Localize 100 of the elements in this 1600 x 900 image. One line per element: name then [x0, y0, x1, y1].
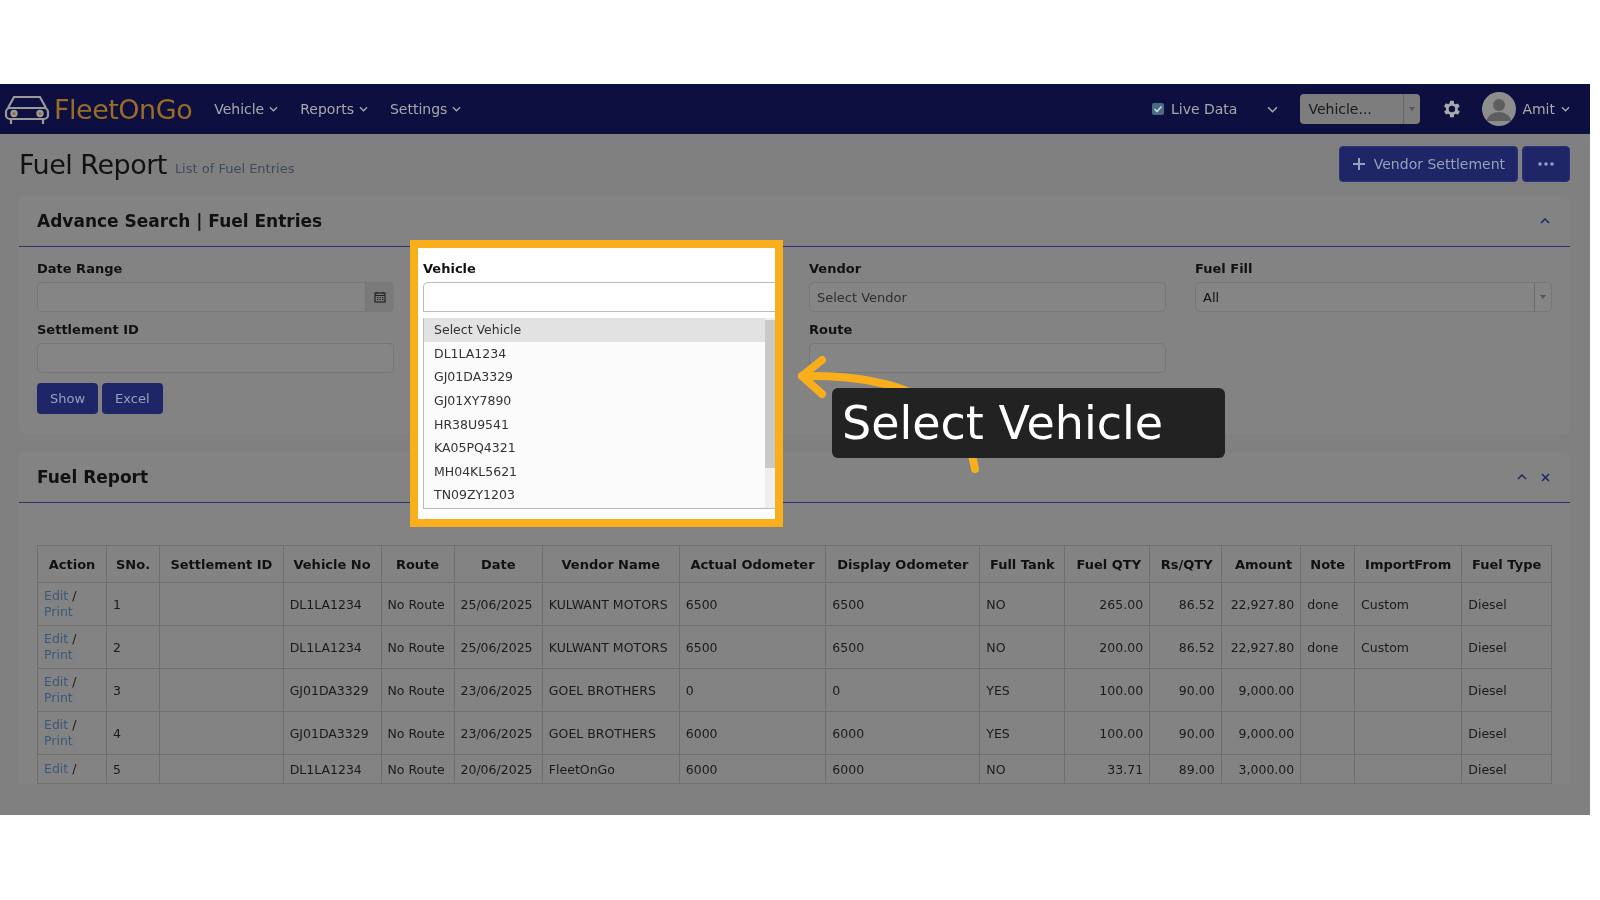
more-button[interactable] [1522, 146, 1570, 182]
collapse-icon[interactable] [1540, 218, 1550, 224]
table-cell: 6000 [825, 754, 980, 784]
dropdown-option[interactable]: GJ01DA3329 [424, 365, 765, 389]
table-cell: NO [979, 582, 1065, 626]
chevron-down-icon[interactable] [1267, 105, 1279, 113]
table-cell: Diesel [1461, 625, 1552, 669]
nav-menu-item[interactable]: Vehicle [214, 101, 279, 117]
table-cell: 0 [825, 668, 980, 712]
link-separator: / [72, 674, 77, 689]
dropdown-option[interactable]: KA05PQ4321 [424, 435, 765, 460]
field-label: Date Range [37, 261, 124, 276]
chevron-down-icon [358, 106, 368, 112]
column-header: Settlement ID [159, 545, 284, 583]
more-icon [1538, 162, 1554, 166]
column-header: Full Tank [979, 545, 1065, 583]
table-cell: 25/06/2025 [454, 582, 543, 626]
column-header: Fuel Type [1461, 545, 1552, 583]
table-cell: No Route [381, 582, 454, 626]
table-cell: 1 [106, 582, 160, 626]
avatar-icon[interactable] [1482, 92, 1517, 126]
column-header: Actual Odometer [679, 545, 826, 583]
vehicle-search-field[interactable] [423, 282, 775, 312]
dropdown-option[interactable]: HR38U9541 [424, 412, 765, 436]
field-label: Vendor [809, 261, 863, 276]
table-cell: 6500 [825, 582, 980, 626]
table-cell: 3,000.00 [1221, 754, 1301, 784]
dropdown-option[interactable]: GJ01XY7890 [424, 388, 765, 413]
table-cell: No Route [381, 625, 454, 669]
table-cell: Diesel [1461, 582, 1552, 626]
table-cell: GOEL BROTHERS [542, 668, 680, 712]
table-cell: No Route [381, 754, 454, 784]
table-cell: done [1300, 582, 1355, 626]
column-header: Date [454, 545, 543, 583]
page-title: Fuel Report [19, 148, 167, 180]
card-title: Fuel Report [37, 467, 149, 487]
column-header: Vehicle No [283, 545, 381, 583]
action-button[interactable]: Excel [102, 383, 163, 414]
field-label: Settlement ID [37, 322, 140, 337]
table-cell: done [1300, 625, 1355, 669]
table-cell: 100.00 [1064, 668, 1150, 712]
table-cell: Custom [1354, 582, 1462, 626]
app-logo[interactable]: FleetOnGo [54, 93, 193, 125]
chevron-down-icon[interactable] [1561, 106, 1570, 112]
field-label: Fuel Fill [1195, 261, 1254, 276]
table-cell: 6000 [825, 711, 980, 755]
nav-menu-item[interactable]: Settings [389, 101, 462, 117]
close-icon[interactable] [1541, 472, 1550, 482]
table-cell: GOEL BROTHERS [542, 711, 680, 755]
dropdown-option[interactable]: Select Vehicle [424, 318, 765, 342]
collapse-icon[interactable] [1517, 474, 1527, 480]
table-cell: 100.00 [1064, 711, 1150, 755]
live-data-label: Live Data [1170, 101, 1238, 117]
vehicle-select[interactable]: Vehicle... [1300, 94, 1421, 124]
input-field[interactable] [809, 343, 1166, 373]
table-cell: 25/06/2025 [454, 625, 543, 669]
table-cell: DL1LA1234 [283, 754, 381, 784]
dropdown-option[interactable]: DL1LA1234 [424, 341, 765, 366]
table-cell: 2 [106, 625, 160, 669]
table-cell: 23/06/2025 [454, 711, 543, 755]
table-cell: KULWANT MOTORS [542, 625, 680, 669]
chevron-down-icon [269, 106, 279, 112]
table-cell: NO [979, 754, 1065, 784]
table-cell: Diesel [1461, 711, 1552, 755]
checkbox[interactable] [1151, 103, 1164, 115]
card-title: Advance Search | Fuel Entries [37, 211, 323, 231]
table-cell: No Route [381, 668, 454, 712]
nav-menu-item[interactable]: Reports [300, 101, 368, 117]
table-cell: 22,927.80 [1221, 625, 1301, 669]
input-field[interactable]: Select Vendor [809, 282, 1166, 312]
table-cell: YES [979, 668, 1065, 712]
table-cell: 0 [679, 668, 826, 712]
column-header: ImportFrom [1354, 545, 1462, 583]
dropdown-option[interactable]: MH04KL5621 [424, 459, 765, 484]
table-cell: Diesel [1461, 754, 1552, 784]
action-button[interactable]: Show [37, 383, 99, 414]
column-header: SNo. [106, 545, 160, 583]
table-cell: 89.00 [1149, 754, 1222, 784]
chevron-down-icon [452, 106, 462, 112]
table-cell: No Route [381, 711, 454, 755]
column-header: Amount [1221, 545, 1301, 583]
table-cell: 4 [106, 711, 160, 755]
select-field[interactable]: All [1195, 282, 1552, 312]
table-cell: KULWANT MOTORS [542, 582, 680, 626]
column-header: Vendor Name [542, 545, 680, 583]
column-header: Note [1300, 545, 1355, 583]
link-separator: / [72, 717, 77, 732]
page-subtitle: List of Fuel Entries [174, 160, 295, 176]
table-cell: 33.71 [1064, 754, 1150, 784]
calendar-icon[interactable] [374, 291, 386, 303]
user-name[interactable]: Amit [1522, 101, 1555, 117]
dropdown-option[interactable]: TN09ZY1203 [424, 483, 765, 507]
table-cell: GJ01DA3329 [283, 711, 381, 755]
table-cell: GJ01DA3329 [283, 668, 381, 712]
scrollbar-thumb[interactable] [765, 320, 775, 468]
caret-icon [1409, 107, 1416, 111]
vendor-settlement-button[interactable]: Vendor Settlement [1338, 146, 1518, 182]
column-header: Rs/QTY [1149, 545, 1222, 583]
table-cell: 5 [106, 754, 160, 784]
tooltip: Select Vehicle [832, 388, 1226, 458]
